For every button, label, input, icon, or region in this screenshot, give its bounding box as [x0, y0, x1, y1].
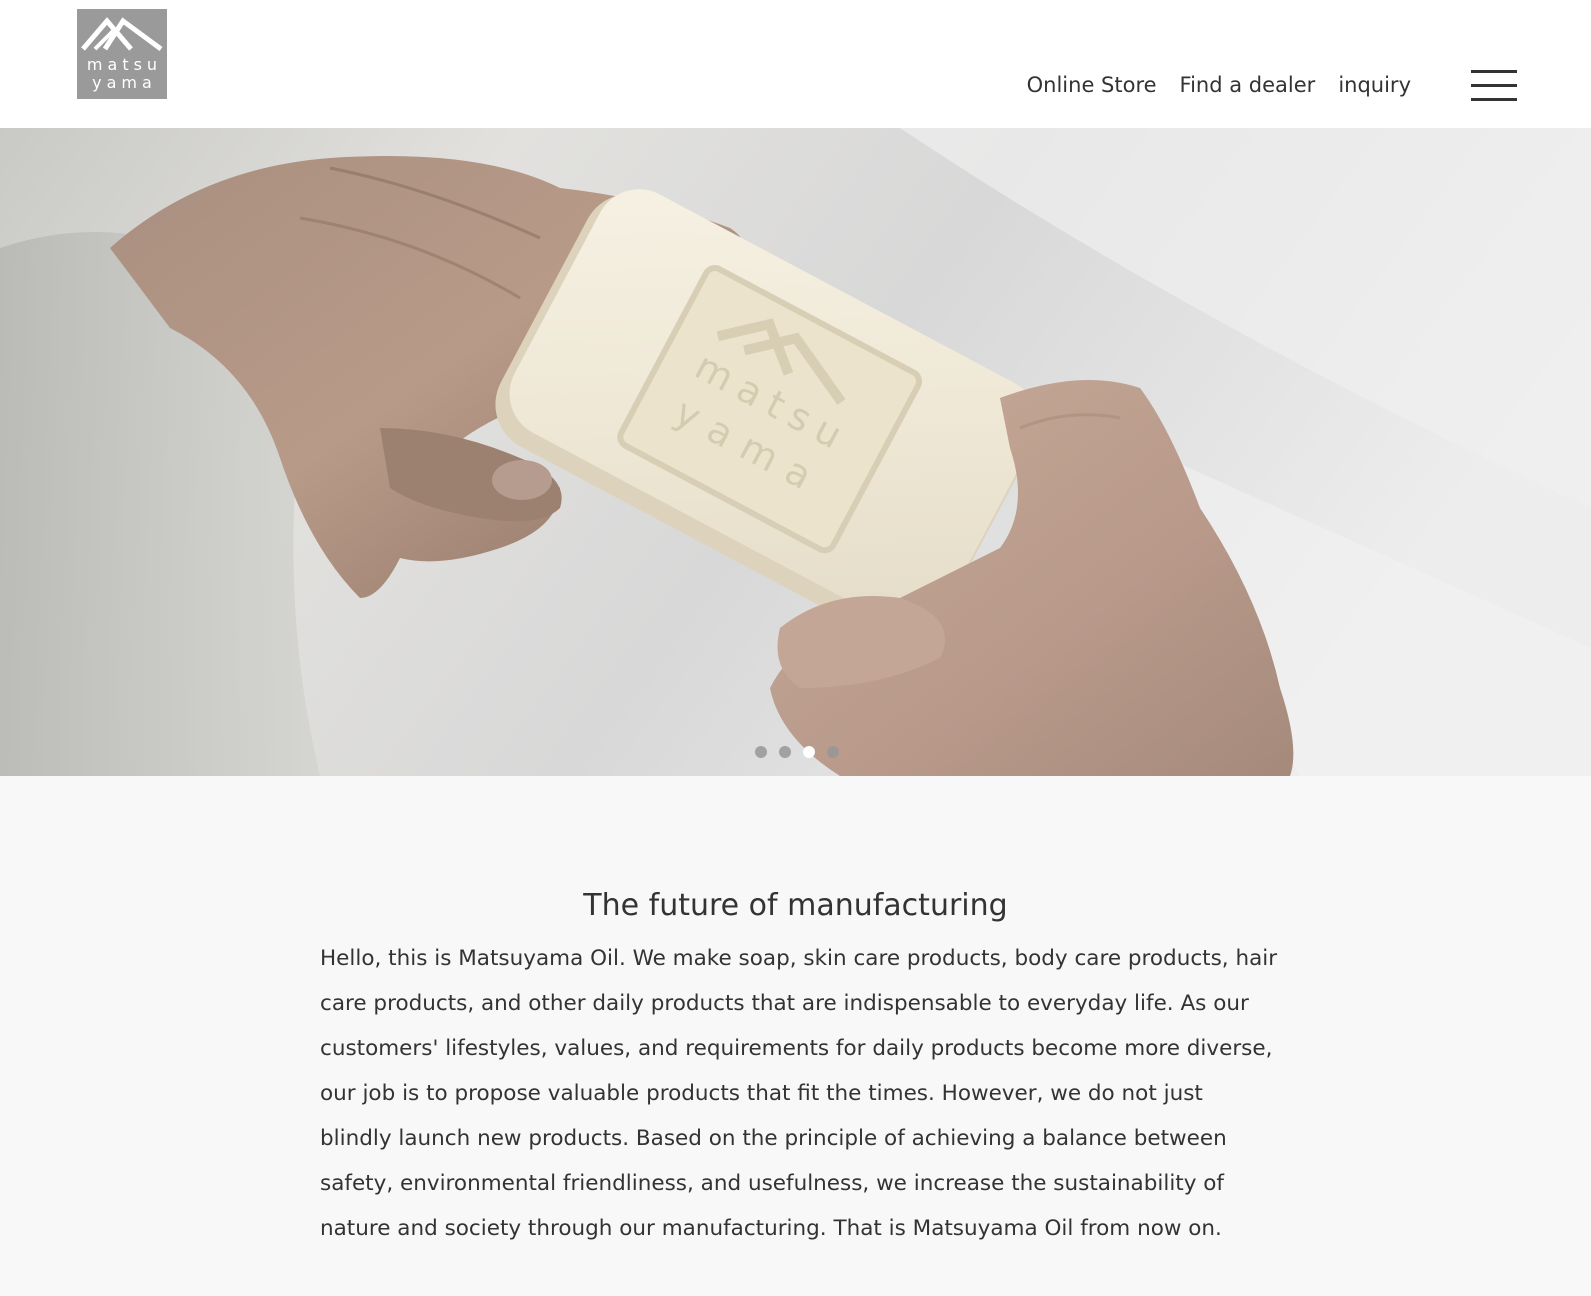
hero-image: matsu yama	[0, 128, 1591, 776]
slider-dot-1[interactable]	[755, 746, 767, 758]
slider-pagination	[755, 746, 839, 758]
hamburger-line	[1471, 98, 1517, 101]
slider-dot-3-active[interactable]	[803, 746, 815, 758]
section-body: Hello, this is Matsuyama Oil. We make so…	[320, 946, 1278, 1241]
section-title: The future of manufacturing	[583, 888, 1008, 923]
logo-text-line2: yama	[92, 73, 157, 92]
nav-find-a-dealer[interactable]: Find a dealer	[1180, 70, 1316, 100]
intro-section: The future of manufacturing Hello, this …	[0, 776, 1591, 1296]
slider-dot-4[interactable]	[827, 746, 839, 758]
nav-inquiry[interactable]: inquiry	[1338, 70, 1411, 100]
mountain-logo-icon	[81, 17, 163, 51]
main-nav: Online Store Find a dealer inquiry	[1027, 70, 1411, 100]
hamburger-line	[1471, 70, 1517, 73]
logo-text-line1: matsu	[86, 55, 163, 74]
brand-logo[interactable]: matsu yama	[77, 9, 167, 99]
hero-slider: matsu yama	[0, 128, 1591, 776]
hamburger-line	[1471, 84, 1517, 87]
slider-dot-2[interactable]	[779, 746, 791, 758]
nav-online-store[interactable]: Online Store	[1027, 70, 1157, 100]
hamburger-menu-icon[interactable]	[1471, 68, 1517, 104]
site-header: matsu yama Online Store Find a dealer in…	[0, 0, 1591, 128]
